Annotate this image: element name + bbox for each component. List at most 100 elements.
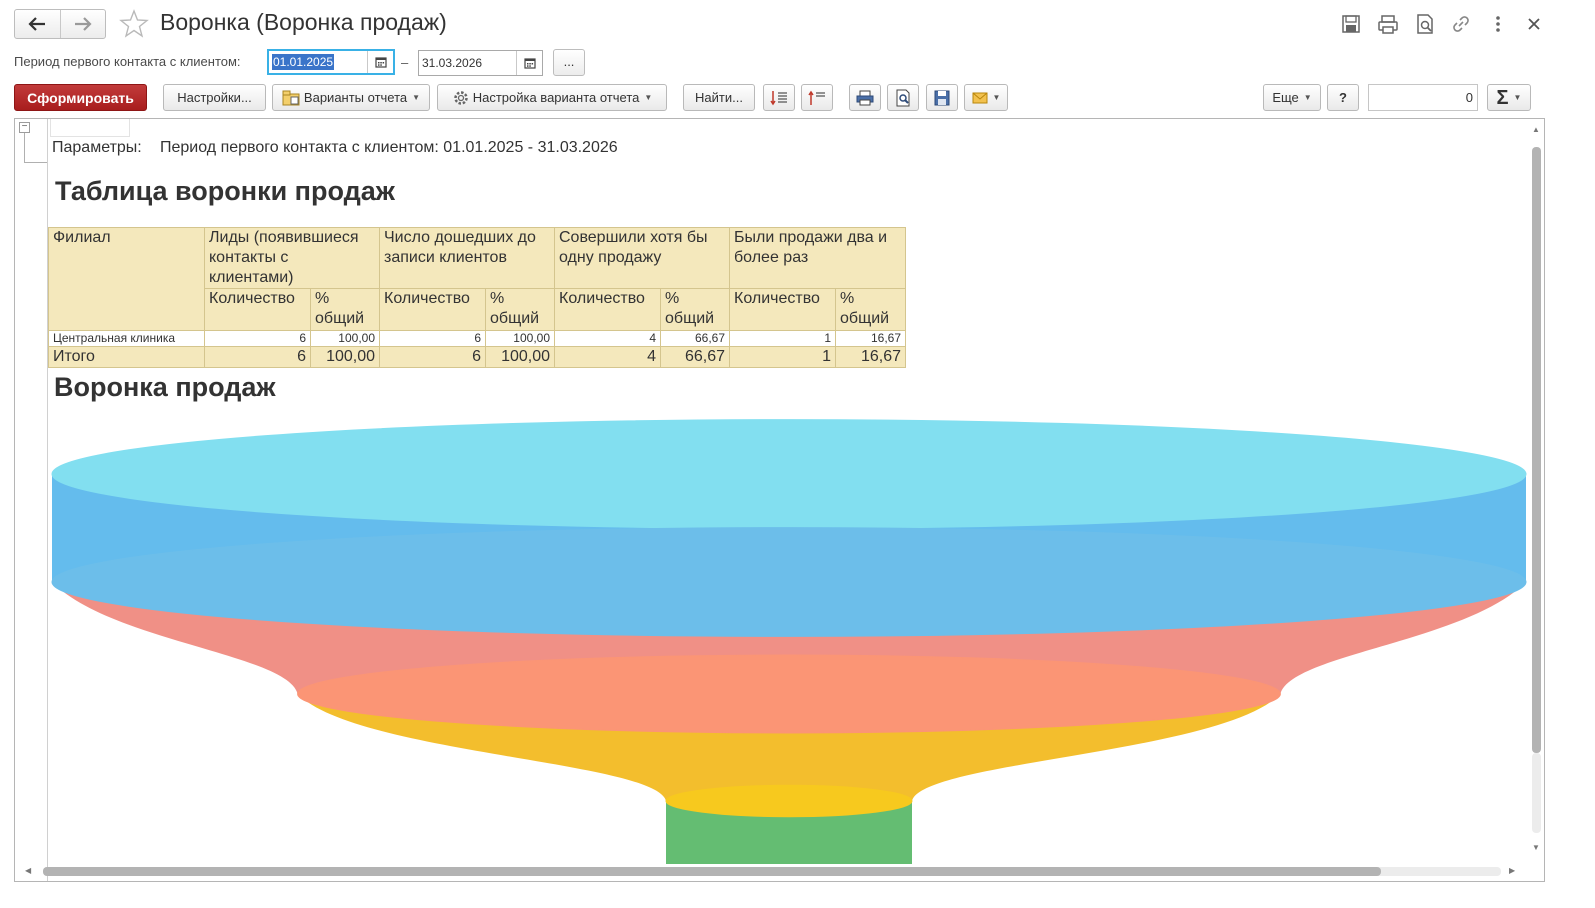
vertical-scrollbar[interactable]: ▲ ▼	[1529, 119, 1544, 864]
forward-button[interactable]	[59, 10, 106, 38]
value-cell[interactable]: 100,00	[485, 330, 555, 347]
print-button[interactable]	[849, 84, 881, 111]
group-line	[24, 162, 47, 163]
header-group: Совершили хотя бы одну продажу	[554, 227, 730, 289]
funnel-segment-top	[51, 419, 1527, 529]
more-actions-label: Еще	[1272, 90, 1299, 105]
header-percent: % общий	[485, 288, 555, 331]
print-icon	[856, 90, 874, 105]
chart-title: Воронка продаж	[54, 372, 276, 402]
table-row[interactable]: Центральная клиника 6 100,00 6 100,00 4 …	[48, 330, 906, 347]
period-label: Период первого контакта с клиентом:	[14, 54, 241, 69]
print-icon[interactable]	[1376, 12, 1400, 36]
total-row: Итого 6 100,00 6 100,00 4 66,67 1 16,67	[48, 346, 906, 368]
value-cell[interactable]: 4	[554, 330, 661, 347]
envelope-icon	[972, 92, 988, 103]
scroll-down-icon[interactable]: ▼	[1532, 843, 1540, 852]
help-button[interactable]: ?	[1327, 84, 1359, 111]
report-document[interactable]: − Параметры: Период первого контакта с кл…	[14, 118, 1545, 882]
value-cell[interactable]: 100,00	[310, 330, 380, 347]
report-variants-icon	[282, 90, 300, 105]
table-title: Таблица воронки продаж	[55, 176, 395, 206]
scroll-right-icon[interactable]: ▶	[1509, 866, 1515, 875]
generate-button[interactable]: Сформировать	[14, 84, 147, 111]
date-to-value: 31.03.2026	[422, 56, 483, 70]
header-group: Число дошедших до записи клиентов	[379, 227, 555, 289]
header-group: Были продажи два и более раз	[729, 227, 906, 289]
dropdown-caret-icon: ▼	[1303, 93, 1312, 102]
sum-button[interactable]: Σ ▼	[1487, 84, 1531, 111]
value-cell[interactable]: 1	[729, 330, 836, 347]
header-percent: % общий	[660, 288, 730, 331]
report-variants-button[interactable]: Варианты отчета ▼	[272, 84, 430, 111]
branch-cell[interactable]: Центральная клиника	[48, 330, 205, 347]
value-cell[interactable]: 6	[379, 330, 486, 347]
value-cell[interactable]: 6	[204, 330, 311, 347]
scroll-left-icon[interactable]: ◀	[25, 866, 31, 875]
header-group: Лиды (появившиеся контакты с клиентами)	[204, 227, 380, 289]
preview-icon	[896, 89, 910, 106]
save-button[interactable]	[926, 84, 958, 111]
parameters-value: Период первого контакта с клиентом: 01.0…	[160, 139, 618, 156]
scrollbar-track	[1532, 753, 1541, 833]
sum-icon: Σ	[1496, 86, 1509, 109]
variant-settings-button[interactable]: Настройка варианта отчета ▼	[437, 84, 667, 111]
horizontal-scrollbar[interactable]: ◀ ▶	[15, 863, 1529, 881]
group-line	[24, 133, 25, 163]
save-icon	[934, 90, 950, 105]
header-branch: Филиал	[48, 227, 205, 331]
variant-settings-label: Настройка варианта отчета	[472, 90, 640, 105]
settings-button[interactable]: Настройки...	[163, 84, 266, 111]
page-title: Воронка (Воронка продаж)	[160, 9, 447, 35]
empty-cell	[50, 119, 130, 137]
total-cell: 16,67	[835, 346, 906, 368]
scrollbar-thumb[interactable]	[1532, 147, 1541, 753]
more-actions-button[interactable]: Еще ▼	[1263, 84, 1321, 111]
header-quantity: Количество	[729, 288, 836, 331]
header-quantity: Количество	[554, 288, 661, 331]
period-select-button[interactable]: ...	[553, 49, 585, 76]
link-icon[interactable]	[1449, 12, 1473, 36]
calendar-icon[interactable]	[367, 51, 393, 73]
period-separator: –	[401, 55, 409, 70]
total-cell: 1	[729, 346, 836, 368]
total-cell: 4	[554, 346, 661, 368]
funnel-chart	[51, 419, 1527, 864]
dropdown-caret-icon: ▼	[1513, 93, 1522, 102]
save-icon[interactable]	[1339, 12, 1363, 36]
value-cell[interactable]: 16,67	[835, 330, 906, 347]
date-from-value: 01.01.2025	[272, 54, 335, 70]
total-cell: 6	[204, 346, 311, 368]
value-cell[interactable]: 66,67	[660, 330, 730, 347]
gear-icon	[453, 90, 468, 105]
grouping-gutter: −	[15, 119, 48, 881]
dropdown-caret-icon: ▼	[992, 93, 1001, 102]
header-percent: % общий	[310, 288, 380, 331]
arrow-right-icon	[74, 17, 92, 31]
scroll-up-icon[interactable]: ▲	[1532, 125, 1540, 134]
expand-groups-button[interactable]	[763, 84, 795, 111]
preview-icon[interactable]	[1413, 12, 1437, 36]
header-quantity: Количество	[379, 288, 486, 331]
scrollbar-thumb[interactable]	[43, 867, 1381, 876]
collapse-groups-button[interactable]	[801, 84, 833, 111]
sum-value-field[interactable]: 0	[1368, 84, 1478, 111]
header-quantity: Количество	[204, 288, 311, 331]
send-email-button[interactable]: ▼	[964, 84, 1008, 111]
total-cell: 100,00	[310, 346, 380, 368]
expand-groups-icon	[770, 90, 787, 105]
calendar-icon[interactable]	[516, 51, 542, 75]
report-parameters: Параметры: Период первого контакта с клие…	[52, 139, 618, 157]
find-button[interactable]: Найти...	[683, 84, 755, 111]
preview-button[interactable]	[887, 84, 919, 111]
total-cell: 6	[379, 346, 486, 368]
back-button[interactable]	[15, 10, 60, 38]
date-from-field[interactable]: 01.01.2025	[267, 49, 395, 75]
favorite-star-icon[interactable]	[118, 8, 150, 40]
close-icon[interactable]	[1522, 12, 1546, 36]
total-cell: 66,67	[660, 346, 730, 368]
date-to-field[interactable]: 31.03.2026	[418, 50, 543, 76]
collapse-group-icon[interactable]: −	[19, 122, 30, 133]
more-icon[interactable]	[1486, 12, 1510, 36]
funnel-table: Филиал Лиды (появившиеся контакты с клие…	[48, 227, 906, 368]
